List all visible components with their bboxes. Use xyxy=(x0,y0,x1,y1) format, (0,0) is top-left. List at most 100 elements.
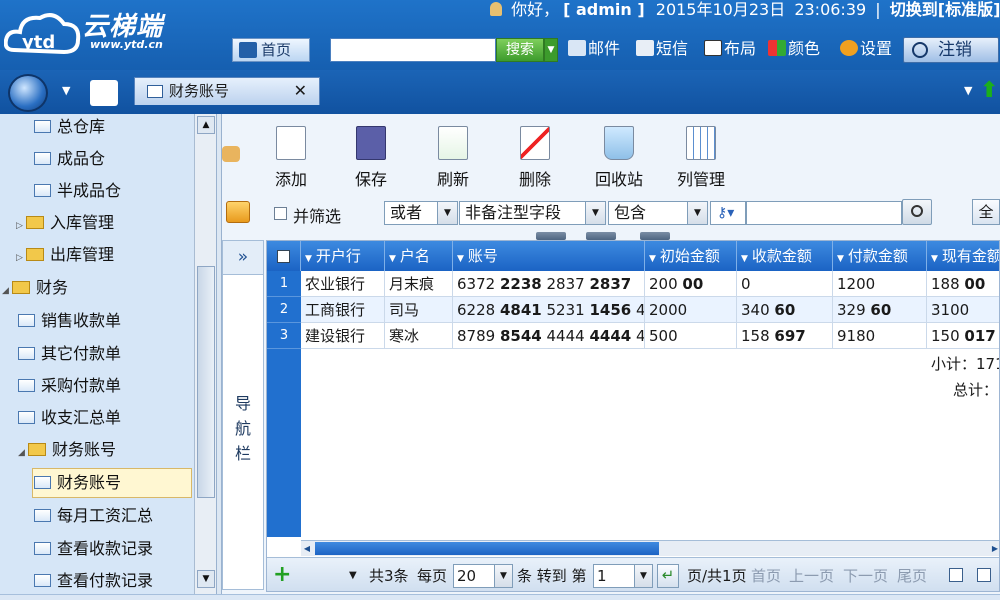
orb-dropdown-icon[interactable]: ▼ xyxy=(62,84,70,97)
switch-version-link[interactable]: 切换到[标准版] xyxy=(890,0,1000,19)
table-row[interactable]: 1 农业银行 月末痕 6372 2238 2837 2837 200 00 0 … xyxy=(267,271,999,297)
search-dropdown-icon[interactable]: ▼ xyxy=(544,38,558,62)
scroll-right-icon[interactable]: ▶ xyxy=(989,542,999,555)
cell-name[interactable]: 司马 xyxy=(385,297,453,323)
operator-select[interactable]: 包含 ▼ xyxy=(608,201,708,225)
keyword-search-button[interactable] xyxy=(902,199,932,225)
prev-page-link[interactable]: 上一页 xyxy=(789,566,834,586)
home-button[interactable]: 首页 xyxy=(232,38,310,62)
sidebar-item[interactable]: 每月工资汇总 xyxy=(34,500,153,532)
sidebar-item[interactable]: 查看付款记录 xyxy=(34,565,153,594)
arrow-up-icon[interactable]: ⬆ xyxy=(980,80,998,104)
scroll-left-icon[interactable]: ◀ xyxy=(301,542,313,555)
add-button[interactable]: 添加 xyxy=(262,122,320,192)
cell-name[interactable]: 寒冰 xyxy=(385,323,453,349)
column-header[interactable]: ▼ 付款金额 xyxy=(833,241,927,271)
sidebar-item[interactable]: 其它付款单 xyxy=(18,338,121,370)
tab-finance-account[interactable]: 财务账号 ✕ xyxy=(134,77,320,105)
save-button[interactable]: 保存 xyxy=(342,122,400,192)
splitter-handle[interactable] xyxy=(640,232,670,240)
cell-paid[interactable]: 1200 xyxy=(833,271,927,297)
cell-received[interactable]: 340 60 xyxy=(737,297,833,323)
cell-paid[interactable]: 329 60 xyxy=(833,297,927,323)
cell-account[interactable]: 6372 2238 2837 2837 xyxy=(453,271,645,297)
cell-received[interactable]: 158 697 xyxy=(737,323,833,349)
cell-account[interactable]: 6228 4841 5231 1456 454 xyxy=(453,297,645,323)
delete-button[interactable]: 删除 xyxy=(506,122,564,192)
cell-bank[interactable]: 工商银行 xyxy=(301,297,385,323)
pager-menu-icon[interactable]: ▼ xyxy=(349,566,357,586)
table-row[interactable]: 3 建设银行 寒冰 8789 8544 4444 4444 44 500 158… xyxy=(267,323,999,349)
cell-paid[interactable]: 9180 xyxy=(833,323,927,349)
sidebar-item[interactable]: 查看收款记录 xyxy=(34,533,153,565)
all-button[interactable]: 全 xyxy=(972,199,1000,225)
cell-initial[interactable]: 500 xyxy=(645,323,737,349)
page-select[interactable]: 1 ▼ xyxy=(593,564,653,588)
recycle-bin-button[interactable]: 回收站 xyxy=(590,122,648,192)
sidebar-item[interactable]: 销售收款单 xyxy=(18,305,121,337)
filter-gear-icon[interactable] xyxy=(226,201,250,223)
cell-received[interactable]: 0 xyxy=(737,271,833,297)
sidebar-item[interactable]: 采购付款单 xyxy=(18,370,121,402)
cell-bank[interactable]: 农业银行 xyxy=(301,271,385,297)
layout-link[interactable]: 布局 xyxy=(704,38,756,62)
sidebar-item[interactable]: 收支汇总单 xyxy=(18,402,121,434)
cell-current[interactable]: 3100 xyxy=(927,297,999,323)
sidebar-item-selected[interactable]: 财务账号 xyxy=(34,467,121,499)
per-page-select[interactable]: 20 ▼ xyxy=(453,564,513,588)
refresh-page-icon[interactable] xyxy=(90,80,118,106)
splitter-handle[interactable] xyxy=(536,232,566,240)
cell-current[interactable]: 188 00 xyxy=(927,271,999,297)
keyword-input[interactable] xyxy=(746,201,902,225)
cell-name[interactable]: 月末痕 xyxy=(385,271,453,297)
cell-account[interactable]: 8789 8544 4444 4444 44 xyxy=(453,323,645,349)
cell-initial[interactable]: 2000 xyxy=(645,297,737,323)
close-icon[interactable]: ✕ xyxy=(294,78,307,104)
scroll-up-icon[interactable]: ▲ xyxy=(197,116,215,134)
column-header[interactable]: ▼ 收款金额 xyxy=(737,241,833,271)
cell-bank[interactable]: 建设银行 xyxy=(301,323,385,349)
next-page-link[interactable]: 下一页 xyxy=(843,566,888,586)
logout-button[interactable]: 注销 xyxy=(903,37,999,63)
sidebar-folder[interactable]: ◢ 财务 xyxy=(2,272,68,304)
panel-gear-icon[interactable] xyxy=(222,146,240,162)
and-filter-checkbox[interactable] xyxy=(274,207,287,220)
first-page-link[interactable]: 首页 xyxy=(751,566,781,586)
sidebar-folder[interactable]: ▷ 入库管理 xyxy=(16,207,114,239)
scroll-thumb[interactable] xyxy=(197,266,215,498)
cell-initial[interactable]: 200 00 xyxy=(645,271,737,297)
sms-link[interactable]: 短信 xyxy=(636,38,688,62)
cell-current[interactable]: 150 017 xyxy=(927,323,999,349)
sidebar-item[interactable]: 总仓库 xyxy=(34,114,105,143)
column-manage-button[interactable]: 列管理 xyxy=(672,122,730,192)
field-select[interactable]: 非备注型字段 ▼ xyxy=(459,201,606,225)
table-row[interactable]: 2 工商银行 司马 6228 4841 5231 1456 454 2000 3… xyxy=(267,297,999,323)
go-enter-icon[interactable]: ↵ xyxy=(657,564,679,588)
sidebar-folder[interactable]: ▷ 出库管理 xyxy=(16,239,114,271)
column-header[interactable]: ▼ 开户行 xyxy=(301,241,385,271)
sidebar-item[interactable]: 成品仓 xyxy=(34,143,105,175)
tab-menu-dropdown-icon[interactable]: ▼ xyxy=(964,84,972,97)
column-header[interactable]: ▼ 账号 xyxy=(453,241,645,271)
sidebar-scrollbar[interactable]: ▲ ▼ xyxy=(194,114,216,594)
sidebar-item[interactable]: 半成品仓 xyxy=(34,175,121,207)
settings-link[interactable]: 设置 xyxy=(840,38,892,62)
scroll-thumb[interactable] xyxy=(315,542,659,555)
add-row-icon[interactable]: + xyxy=(273,564,291,586)
start-orb-icon[interactable] xyxy=(8,74,48,112)
refresh-button[interactable]: 刷新 xyxy=(424,122,482,192)
sidebar-folder[interactable]: ◢ 财务账号 xyxy=(18,434,116,466)
column-header[interactable]: ▼ 户名 xyxy=(385,241,453,271)
last-page-link[interactable]: 尾页 xyxy=(897,566,927,586)
grid-hscrollbar[interactable]: ◀ ▶ xyxy=(301,540,999,556)
grid-view-icon[interactable] xyxy=(949,568,963,582)
scroll-down-icon[interactable]: ▼ xyxy=(197,570,215,588)
select-all-checkbox[interactable] xyxy=(277,250,290,263)
logic-select[interactable]: 或者 ▼ xyxy=(384,201,458,225)
select-all-cell[interactable] xyxy=(267,241,301,271)
search-button[interactable]: 搜索 xyxy=(496,38,544,62)
expand-nav-icon[interactable]: » xyxy=(223,241,263,275)
splitter-handle[interactable] xyxy=(586,232,616,240)
color-link[interactable]: 颜色 xyxy=(768,38,820,62)
key-search-dropdown-icon[interactable]: ⚷▾ xyxy=(710,201,746,225)
